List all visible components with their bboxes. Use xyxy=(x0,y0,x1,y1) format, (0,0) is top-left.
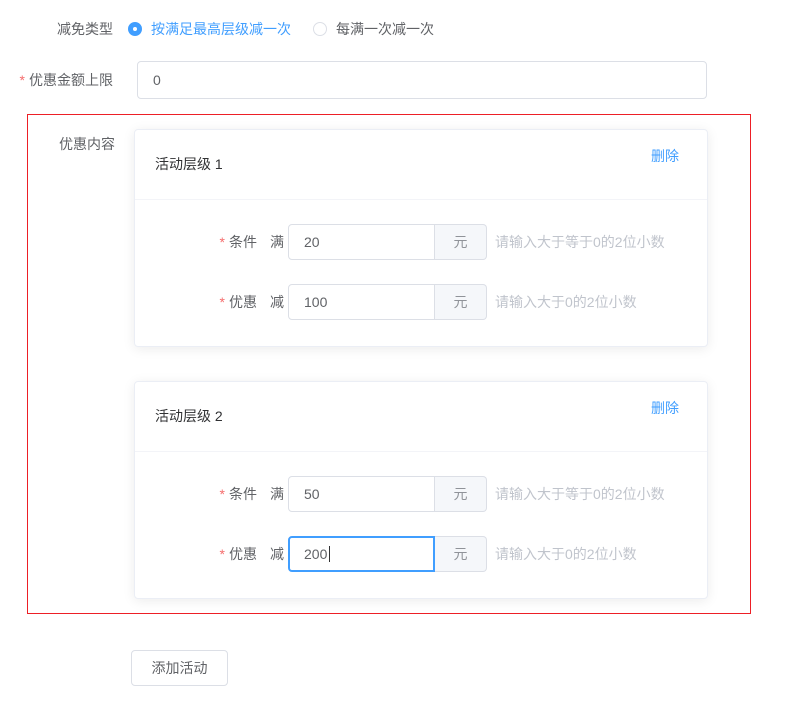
condition-label: *条件 xyxy=(135,484,257,504)
unit-append: 元 xyxy=(435,284,487,320)
condition-label-text: 条件 xyxy=(229,234,257,250)
tier-card-2: 活动层级 2 删除 *条件 满 元 请输入大于等于0的2位小数 *优惠 xyxy=(134,381,708,599)
discount-label-text: 优惠 xyxy=(229,294,257,310)
promotion-form: 减免类型 按满足最高层级减一次 每满一次减一次 *优惠金额上限 优惠内容 xyxy=(0,0,812,686)
tier-cards: 活动层级 1 删除 *条件 满 元 请输入大于等于0的2位小数 *优惠 xyxy=(134,129,708,599)
condition-word: 满 xyxy=(270,232,284,252)
radio-selected-icon[interactable] xyxy=(128,22,142,36)
discount-label: *优惠 xyxy=(135,544,257,564)
discount-input-group: 元 xyxy=(288,284,487,320)
radio-option-label[interactable]: 每满一次减一次 xyxy=(336,19,434,39)
unit-append: 元 xyxy=(435,536,487,572)
discount-input-focused[interactable] xyxy=(288,536,435,572)
condition-input-group: 元 xyxy=(288,224,487,260)
reduction-type-row: 减免类型 按满足最高层级减一次 每满一次减一次 xyxy=(0,15,812,43)
condition-input-group: 元 xyxy=(288,476,487,512)
input-hint: 请输入大于0的2位小数 xyxy=(495,292,637,312)
radio-option-every-time[interactable]: 每满一次减一次 xyxy=(313,19,434,39)
tier-title: 活动层级 2 xyxy=(155,406,223,426)
input-hint: 请输入大于0的2位小数 xyxy=(495,544,637,564)
discount-cap-label-text: 优惠金额上限 xyxy=(29,72,113,88)
reduction-type-content: 按满足最高层级减一次 每满一次减一次 xyxy=(137,15,434,43)
required-asterisk: * xyxy=(220,486,225,502)
required-asterisk: * xyxy=(220,546,225,562)
tier-card-header: 活动层级 2 删除 xyxy=(135,382,707,452)
reduction-type-label: 减免类型 xyxy=(0,19,125,39)
discount-cap-input[interactable] xyxy=(137,61,707,99)
required-asterisk: * xyxy=(220,294,225,310)
tier-card-body: *条件 满 元 请输入大于等于0的2位小数 *优惠 减 xyxy=(135,452,707,598)
discount-cap-row: *优惠金额上限 xyxy=(0,61,812,99)
discount-label-text: 优惠 xyxy=(229,546,257,562)
discount-word: 减 xyxy=(270,292,284,312)
condition-row: *条件 满 元 请输入大于等于0的2位小数 xyxy=(135,476,707,512)
tier-card-header: 活动层级 1 删除 xyxy=(135,130,707,200)
condition-label-text: 条件 xyxy=(229,486,257,502)
discount-content-error-box: 优惠内容 活动层级 1 删除 *条件 满 元 请输入大于等于0 xyxy=(27,114,751,614)
tier-card-body: *条件 满 元 请输入大于等于0的2位小数 *优惠 减 元 xyxy=(135,200,707,346)
radio-option-label[interactable]: 按满足最高层级减一次 xyxy=(151,19,291,39)
condition-label: *条件 xyxy=(135,232,257,252)
discount-word: 减 xyxy=(270,544,284,564)
tier-card-1: 活动层级 1 删除 *条件 满 元 请输入大于等于0的2位小数 *优惠 xyxy=(134,129,708,347)
radio-option-highest-tier[interactable]: 按满足最高层级减一次 xyxy=(128,19,291,39)
condition-row: *条件 满 元 请输入大于等于0的2位小数 xyxy=(135,224,707,260)
discount-content-label: 优惠内容 xyxy=(28,129,134,154)
unit-append: 元 xyxy=(435,224,487,260)
delete-link[interactable]: 删除 xyxy=(651,398,679,418)
input-hint: 请输入大于等于0的2位小数 xyxy=(495,484,665,504)
discount-row: *优惠 减 元 请输入大于0的2位小数 xyxy=(135,536,707,572)
discount-cap-content xyxy=(137,61,707,99)
reduction-type-radio-group: 按满足最高层级减一次 每满一次减一次 xyxy=(128,15,434,43)
tier-title: 活动层级 1 xyxy=(155,154,223,174)
unit-append: 元 xyxy=(435,476,487,512)
condition-input[interactable] xyxy=(288,224,435,260)
discount-cap-label: *优惠金额上限 xyxy=(0,70,125,90)
radio-unselected-icon[interactable] xyxy=(313,22,327,36)
condition-word: 满 xyxy=(270,484,284,504)
discount-input[interactable] xyxy=(288,284,435,320)
input-hint: 请输入大于等于0的2位小数 xyxy=(495,232,665,252)
text-cursor xyxy=(329,546,330,562)
discount-row: *优惠 减 元 请输入大于0的2位小数 xyxy=(135,284,707,320)
add-activity-button[interactable]: 添加活动 xyxy=(131,650,228,686)
discount-input-group-focused: 元 xyxy=(288,536,487,572)
condition-input[interactable] xyxy=(288,476,435,512)
delete-link[interactable]: 删除 xyxy=(651,146,679,166)
required-asterisk: * xyxy=(220,234,225,250)
required-asterisk: * xyxy=(20,72,25,88)
discount-label: *优惠 xyxy=(135,292,257,312)
